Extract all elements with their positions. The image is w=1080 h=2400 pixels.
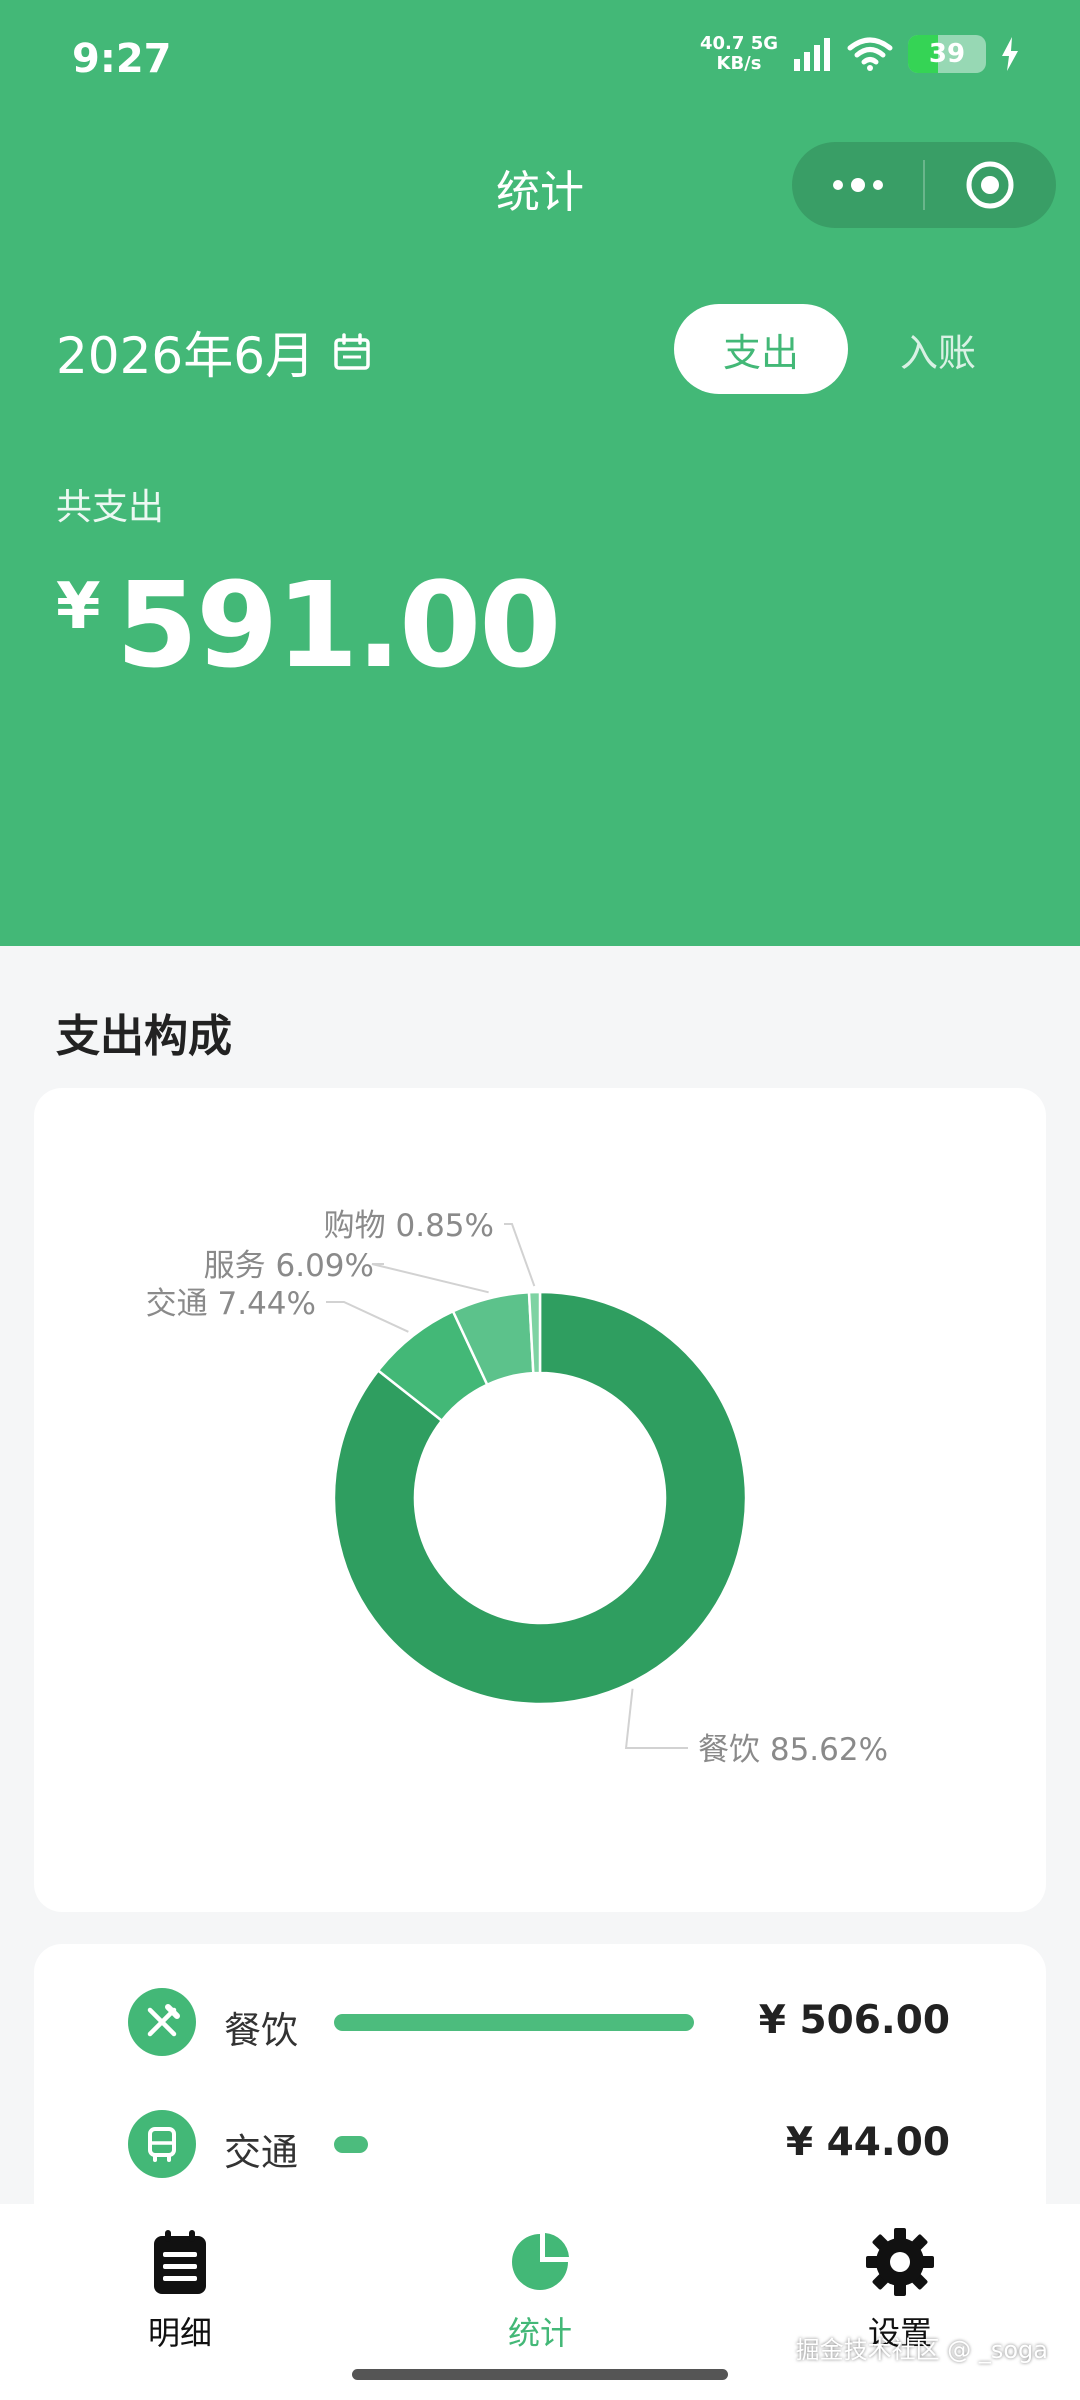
month-picker[interactable]: 2026年6月 [56, 316, 371, 388]
slice-label: 交通 7.44% [146, 1286, 316, 1322]
tab-label: 明细 [147, 2314, 212, 2352]
category-bar [334, 2136, 368, 2153]
total-currency: ¥ [56, 570, 101, 644]
mini-program-capsule [792, 142, 1056, 228]
category-amount: ¥ 506.00 [758, 1998, 950, 2043]
more-button[interactable] [792, 142, 923, 228]
header: 9:27 40.7 5G KB/s 39 统计 2026年6月 支出 入账 共支… [0, 0, 1080, 946]
donut-chart: 餐饮 85.62% 交通 7.44%服务 6.09% 购物 0.85% [146, 1208, 888, 1768]
wifi-icon [847, 37, 893, 71]
calendar-icon [334, 333, 370, 370]
status-time: 9:27 [72, 36, 172, 82]
tab-details[interactable]: 明细 [90, 2222, 270, 2354]
total-amount: 591.00 [116, 556, 561, 694]
chart-card: 餐饮 85.62% 交通 7.44% 服务 6.09% 购物 0.85% [34, 1088, 1046, 1912]
utensils-icon [128, 1988, 196, 2056]
battery-indicator: 39 [908, 35, 986, 73]
category-row[interactable]: 交通 ¥ 44.00 [34, 2094, 1046, 2194]
label-leader-line [504, 1223, 536, 1287]
list-icon [154, 2230, 206, 2294]
category-row[interactable]: 餐饮 ¥ 506.00 [34, 1972, 1046, 2072]
category-bar [334, 2014, 694, 2031]
month-label: 2026年6月 [56, 327, 316, 385]
tab-stats[interactable]: 统计 [450, 2222, 630, 2354]
signal-icon [794, 38, 830, 71]
category-list: 餐饮 ¥ 506.00 交通 ¥ 44.00 [34, 1944, 1046, 2204]
charging-icon [1002, 37, 1018, 71]
total-label: 共支出 [56, 487, 165, 528]
status-bar: 9:27 40.7 5G KB/s 39 [0, 0, 1080, 120]
gear-icon [866, 2228, 934, 2296]
network-speed: 40.7 5G KB/s [699, 33, 778, 74]
status-icons: 40.7 5G KB/s 39 [700, 34, 1020, 74]
pie-chart-icon [512, 2233, 569, 2290]
more-dots-icon [832, 178, 883, 192]
home-indicator [352, 2369, 728, 2380]
tab-income[interactable]: 入账 [868, 304, 1008, 394]
close-button[interactable] [925, 142, 1056, 228]
slice-label: 购物 0.85% [324, 1208, 494, 1244]
slice-label: 餐饮 85.62% [698, 1732, 888, 1768]
category-name: 餐饮 [224, 2009, 298, 2052]
category-name: 交通 [224, 2131, 298, 2174]
label-leader-line [371, 1263, 489, 1294]
bus-icon [128, 2110, 196, 2178]
slice-label: 服务 6.09% [204, 1248, 374, 1284]
section-title: 支出构成 [56, 1011, 232, 1062]
tab-expense[interactable]: 支出 [674, 304, 848, 394]
label-leader-line [326, 1301, 409, 1333]
label-leader-line [624, 1688, 688, 1749]
tab-label: 统计 [507, 2314, 572, 2352]
category-amount: ¥ 44.00 [785, 2120, 950, 2165]
watermark: 掘金技术社区 @ _soga [795, 2336, 1048, 2364]
target-icon [966, 161, 1014, 209]
